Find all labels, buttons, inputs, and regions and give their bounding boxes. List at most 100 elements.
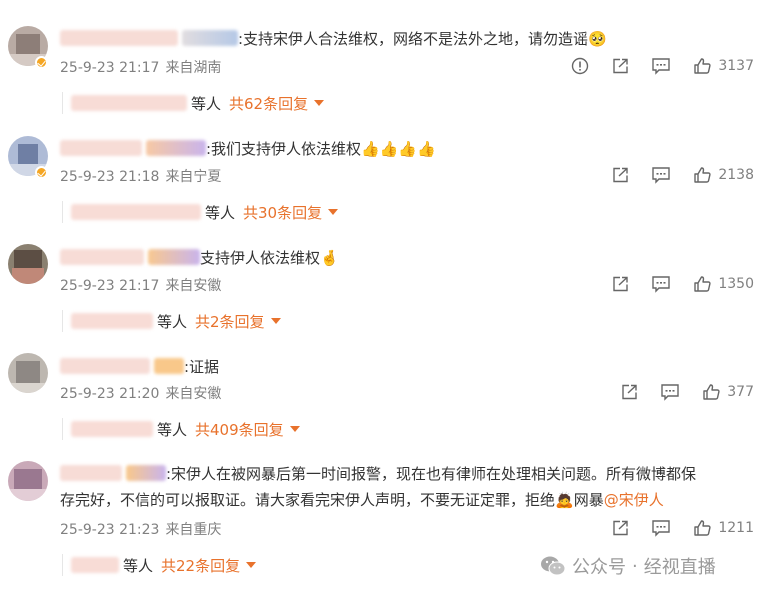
chevron-down-icon	[246, 562, 257, 568]
view-replies-link[interactable]: 共22条回复	[161, 555, 240, 576]
comment-text: :宋伊人在被网暴后第一时间报警，现在也有律师在处理相关问题。所有微博都保 存完好…	[60, 461, 750, 513]
view-replies-link[interactable]: 共62条回复	[229, 93, 308, 114]
thumbs-up-icon	[703, 384, 720, 400]
thumbs-up-icon	[694, 520, 711, 536]
share-icon	[613, 520, 629, 536]
chevron-down-icon	[270, 318, 281, 324]
username-blurred[interactable]	[60, 358, 150, 374]
chevron-down-icon	[328, 209, 339, 215]
avatar[interactable]	[8, 244, 48, 284]
comment-location: 来自重庆	[165, 522, 222, 538]
comment-icon	[652, 276, 671, 293]
chevron-down-icon	[289, 426, 300, 432]
share-icon	[613, 276, 629, 292]
reply-users-blurred	[71, 204, 201, 220]
share-button[interactable]	[611, 275, 629, 293]
comment-actions: 3137	[549, 57, 754, 75]
comment-date: 25-9-23 21:20	[60, 386, 160, 402]
like-count: 1350	[718, 276, 754, 292]
replies-summary[interactable]: 等人 共2条回复	[62, 310, 281, 332]
like-count: 2138	[718, 167, 754, 183]
like-count: 3137	[718, 58, 754, 74]
report-button[interactable]	[571, 57, 589, 75]
comment-icon	[652, 520, 671, 537]
comment-meta: 25-9-23 21:17 来自安徽	[60, 276, 221, 296]
comment-actions: 1211	[589, 519, 754, 537]
comment-location: 来自安徽	[165, 278, 222, 294]
comment-text: :证据	[60, 355, 750, 379]
comment-button[interactable]	[651, 275, 671, 293]
replies-summary[interactable]: 等人 共409条回复	[62, 418, 300, 440]
emoji-thumbs-up-icon: 👍👍👍👍	[361, 140, 436, 158]
comment-button[interactable]	[651, 57, 671, 75]
thumbs-up-icon	[694, 276, 711, 292]
comment-text: :支持宋伊人合法维权，网络不是法外之地，请勿造谣🥺	[60, 27, 750, 51]
emoji-pleading-icon: 🥺	[588, 30, 607, 48]
comment-button[interactable]	[651, 166, 671, 184]
avatar[interactable]	[8, 353, 48, 393]
username-blurred[interactable]	[60, 249, 144, 265]
share-icon	[613, 167, 629, 183]
like-count: 1211	[718, 520, 754, 536]
username-blurred[interactable]	[60, 465, 122, 481]
like-button[interactable]: 377	[702, 383, 754, 401]
comment-button[interactable]	[651, 519, 671, 537]
comment-icon	[652, 167, 671, 184]
comment-location: 来自安徽	[165, 386, 222, 402]
watermark: 公众号 · 经视直播	[540, 553, 716, 579]
comment-location: 来自宁夏	[165, 169, 222, 185]
comment-meta: 25-9-23 21:20 来自安徽	[60, 384, 221, 404]
comment-icon	[652, 58, 671, 75]
verified-badge-icon	[35, 56, 48, 69]
comment-meta: 25-9-23 21:23 来自重庆	[60, 520, 221, 540]
share-button[interactable]	[611, 519, 629, 537]
like-button[interactable]: 1350	[693, 275, 754, 293]
comment-text: 支持伊人依法维权🤞	[60, 246, 750, 270]
mention-link[interactable]: @宋伊人	[604, 491, 664, 509]
view-replies-link[interactable]: 共2条回复	[195, 311, 265, 332]
comment-actions: 2138	[589, 166, 754, 184]
replies-summary[interactable]: 等人 共62条回复	[62, 92, 325, 114]
avatar[interactable]	[8, 461, 48, 501]
username-blurred[interactable]	[60, 140, 142, 156]
comment-actions: 1350	[589, 275, 754, 293]
like-count: 377	[727, 384, 754, 400]
like-button[interactable]: 3137	[693, 57, 754, 75]
share-icon	[622, 384, 637, 400]
view-replies-link[interactable]: 共30条回复	[243, 202, 322, 223]
emoji-crossed-fingers-icon: 🤞	[320, 249, 339, 267]
watermark-label: 公众号	[572, 557, 626, 578]
comment-date: 25-9-23 21:17	[60, 60, 160, 76]
comment-date: 25-9-23 21:23	[60, 522, 160, 538]
replies-summary[interactable]: 等人 共30条回复	[62, 201, 339, 223]
reply-users-blurred	[71, 95, 187, 111]
comment-button[interactable]	[660, 383, 680, 401]
comment-date: 25-9-23 21:17	[60, 278, 160, 294]
view-replies-link[interactable]: 共409条回复	[195, 419, 284, 440]
like-button[interactable]: 2138	[693, 166, 754, 184]
thumbs-up-icon	[694, 58, 711, 74]
replies-summary[interactable]: 等人 共22条回复	[62, 554, 257, 576]
chevron-down-icon	[314, 100, 325, 106]
report-icon	[572, 57, 589, 75]
comment-date: 25-9-23 21:18	[60, 169, 160, 185]
comment-text: :我们支持伊人依法维权👍👍👍👍	[60, 137, 750, 161]
reply-users-blurred	[71, 421, 153, 437]
share-icon	[613, 58, 629, 74]
username-blurred	[126, 465, 166, 481]
username-blurred	[154, 358, 184, 374]
share-button[interactable]	[611, 166, 629, 184]
share-button[interactable]	[620, 383, 638, 401]
username-blurred[interactable]	[60, 30, 178, 46]
verified-badge-icon	[35, 166, 48, 179]
like-button[interactable]: 1211	[693, 519, 754, 537]
username-blurred	[146, 140, 206, 156]
thumbs-up-icon	[694, 167, 711, 183]
emoji-bowing-icon: 🙇	[555, 491, 574, 509]
username-blurred	[182, 30, 238, 46]
username-blurred	[148, 249, 200, 265]
share-button[interactable]	[611, 57, 629, 75]
reply-users-blurred	[71, 557, 119, 573]
watermark-name: 经视直播	[643, 557, 716, 578]
comment-meta: 25-9-23 21:18 来自宁夏	[60, 167, 221, 187]
